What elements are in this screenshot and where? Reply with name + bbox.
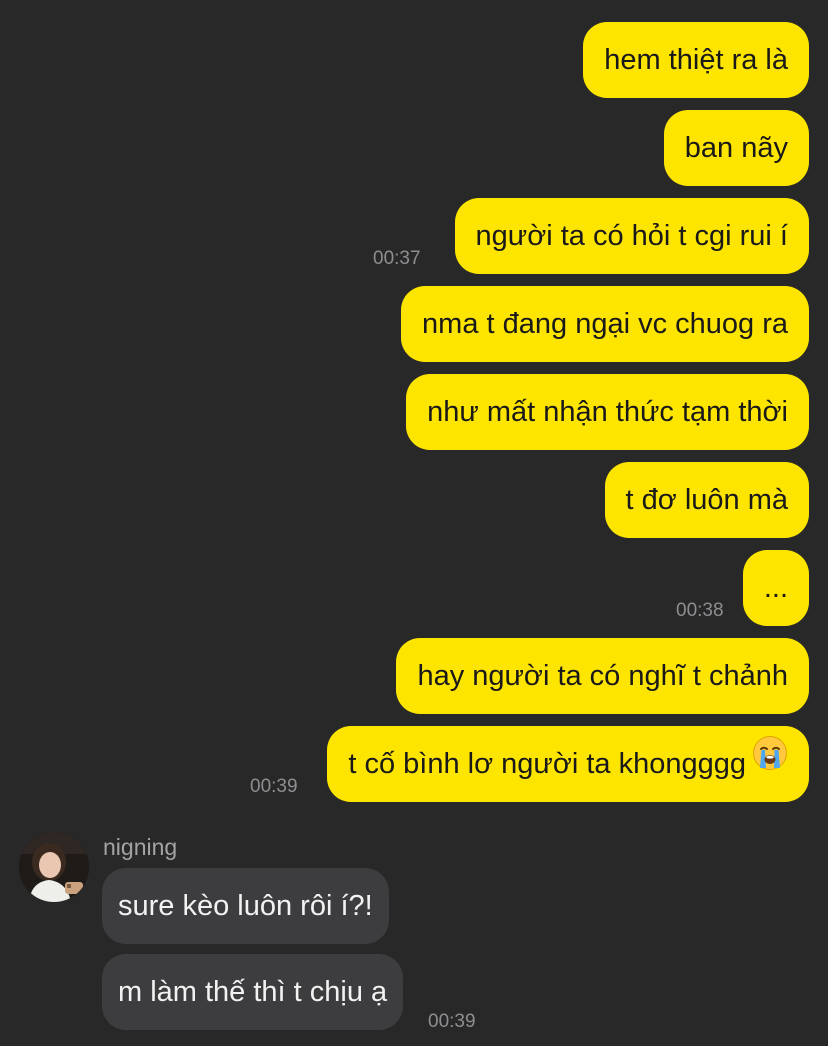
outgoing-message[interactable]: hay người ta có nghĩ t chảnh: [396, 638, 809, 714]
message-timestamp: 00:39: [428, 1011, 476, 1032]
outgoing-message[interactable]: t cố bình lơ người ta khongggg: [327, 726, 809, 802]
message-text: t cố bình lơ người ta khongggg: [348, 748, 746, 780]
incoming-message[interactable]: sure kèo luôn rôi í?!: [102, 868, 389, 944]
outgoing-message[interactable]: ...: [742, 550, 809, 626]
incoming-message[interactable]: m làm thế thì t chịu ạ: [102, 954, 404, 1030]
sender-name: nigning: [103, 834, 178, 860]
outgoing-message[interactable]: hem thiệt ra là: [583, 22, 809, 98]
outgoing-message[interactable]: nma t đang ngại vc chuog ra: [401, 286, 809, 362]
loudly-crying-face-icon: [752, 726, 788, 800]
outgoing-message[interactable]: người ta có hỏi t cgi rui í: [454, 198, 809, 274]
chat-window[interactable]: hem thiệt ra là ban nãy người ta có hỏi …: [0, 0, 828, 1046]
outgoing-message[interactable]: t đơ luôn mà: [604, 462, 809, 538]
outgoing-message[interactable]: ban nãy: [663, 110, 809, 186]
message-timestamp: 00:37: [373, 248, 421, 269]
message-timestamp: 00:39: [250, 776, 298, 797]
message-timestamp: 00:38: [676, 600, 724, 621]
contact-avatar[interactable]: [19, 832, 89, 902]
outgoing-message[interactable]: như mất nhận thức tạm thời: [406, 374, 809, 450]
